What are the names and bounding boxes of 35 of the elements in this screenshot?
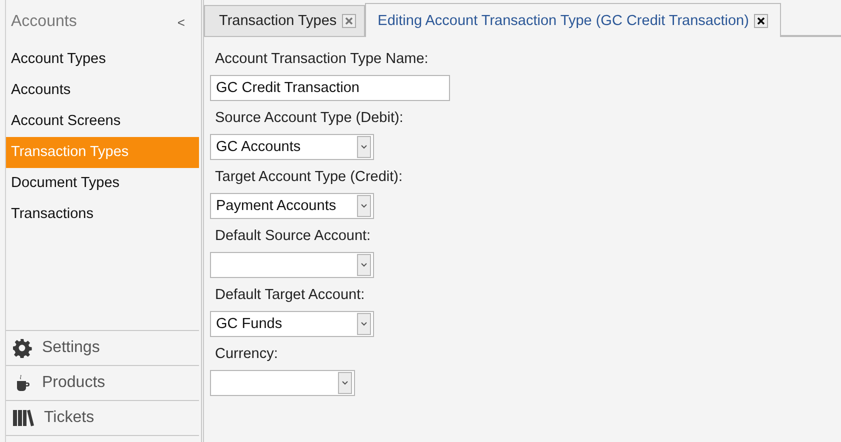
books-icon (12, 408, 34, 428)
sidebar-section[interactable]: Products (6, 365, 199, 400)
section-label: Products (42, 374, 106, 392)
sidebar-section[interactable]: Settings (6, 330, 199, 365)
sidebar-item[interactable]: Transactions (6, 199, 199, 230)
collapse-button[interactable]: < (177, 14, 185, 30)
sidebar-item[interactable]: Account Types (6, 44, 199, 75)
field-label: Default Source Account: (214, 228, 371, 244)
gear-icon (12, 338, 32, 358)
text-field[interactable]: GC Credit Transaction (210, 75, 450, 101)
tab[interactable]: Editing Account Transaction Type (GC Credit Transaction) (364, 3, 781, 37)
dropdown[interactable]: GC Funds (210, 311, 374, 337)
field-label: Target Account Type (Credit): (214, 169, 403, 185)
field-label: Account Transaction Type Name: (214, 51, 428, 67)
field-label: Source Account Type (Debit): (214, 110, 404, 126)
chevron-down-icon[interactable] (338, 372, 352, 394)
tab-label: Transaction Types (219, 13, 337, 29)
sidebar-section[interactable]: Tickets (6, 400, 199, 436)
tab[interactable]: Transaction Types (204, 5, 365, 36)
sidebar-item[interactable]: Accounts (6, 75, 199, 106)
chevron-down-icon[interactable] (357, 136, 371, 158)
chevron-down-icon[interactable] (357, 195, 371, 217)
sidebar-item[interactable]: Account Screens (6, 106, 199, 137)
dropdown[interactable]: GC Accounts (210, 134, 374, 160)
chevron-down-icon[interactable] (357, 313, 371, 335)
field-label: Default Target Account: (214, 287, 365, 303)
section-label: Tickets (44, 409, 94, 427)
sidebar-item[interactable]: Document Types (6, 168, 199, 199)
chevron-down-icon[interactable] (357, 254, 371, 276)
dropdown[interactable]: Payment Accounts (210, 193, 374, 219)
section-label: Settings (42, 339, 100, 357)
sidebar-title: Accounts (11, 13, 77, 31)
tab-label: Editing Account Transaction Type (GC Credit Transaction) (378, 12, 749, 28)
field-label: Currency: (214, 346, 278, 362)
close-icon[interactable] (754, 14, 768, 28)
